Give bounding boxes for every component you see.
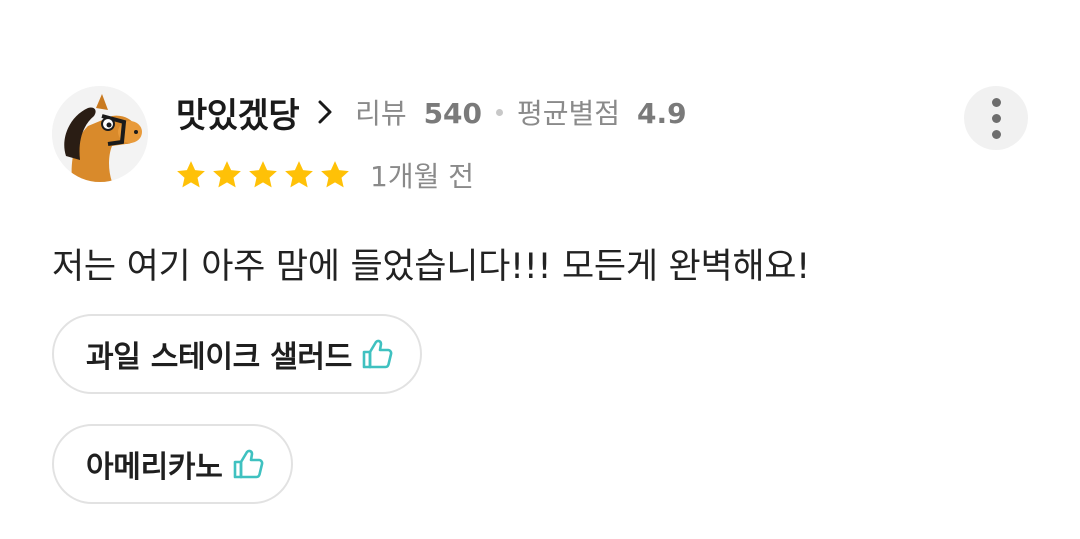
horse-avatar-icon — [52, 86, 148, 182]
star-icon — [177, 161, 205, 188]
star-rating — [174, 158, 352, 192]
reviewer-header: 맛있겠당 리뷰 540 평균별점 4.9 — [176, 88, 687, 136]
average-rating-label: 평균별점 — [517, 97, 621, 130]
chevron-right-icon[interactable] — [317, 99, 333, 125]
kebab-dot — [991, 129, 1001, 139]
menu-tag-label: 과일 스테이크 샐러드 — [86, 340, 352, 375]
thumbs-up-icon — [233, 449, 263, 479]
star-icon — [285, 161, 313, 188]
reviewer-nickname[interactable]: 맛있겠당 — [176, 88, 300, 137]
average-rating-stat: 평균별점 4.9 — [517, 92, 687, 132]
review-time-ago: 1개월 전 — [370, 160, 474, 193]
separator-dot — [496, 108, 504, 116]
star-icon — [249, 161, 277, 188]
thumbs-up-icon — [362, 339, 393, 369]
review-card: 맛있겠당 리뷰 540 평균별점 4.9 1개월 전 저는 여기 아주 맘에 들… — [0, 0, 1080, 539]
review-count-stat: 리뷰 540 — [355, 92, 482, 132]
menu-tag-chip[interactable]: 아메리카노 — [52, 424, 293, 504]
more-options-button[interactable] — [964, 86, 1028, 150]
review-count-value: 540 — [423, 97, 483, 130]
review-count-label: 리뷰 — [355, 97, 407, 130]
star-icon — [213, 161, 241, 188]
kebab-dot — [991, 97, 1001, 107]
average-rating-value: 4.9 — [636, 97, 687, 130]
menu-tag-label: 아메리카노 — [86, 450, 223, 485]
menu-tag-chip[interactable]: 과일 스테이크 샐러드 — [52, 314, 422, 394]
star-icon — [321, 161, 349, 188]
review-body-text: 저는 여기 아주 맘에 들었습니다!!! 모든게 완벽해요! — [52, 247, 810, 287]
rating-row: 1개월 전 — [174, 152, 474, 198]
kebab-dot — [991, 113, 1001, 123]
avatar[interactable] — [52, 86, 148, 182]
